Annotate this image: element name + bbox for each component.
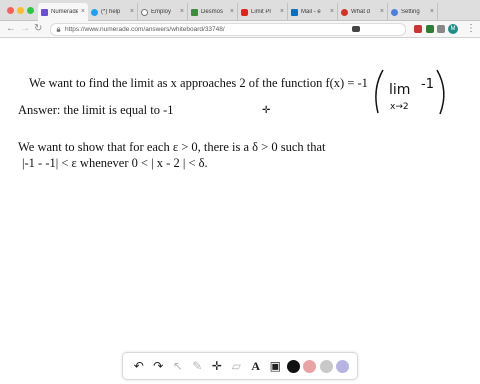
close-tab-icon[interactable]: × [180,8,184,15]
whiteboard-canvas[interactable]: We want to find the limit as x approache… [0,39,480,384]
reload-icon[interactable]: ↻ [34,23,42,35]
twitter-favicon-icon [91,8,98,16]
close-tab-icon[interactable]: × [430,8,434,15]
handwritten-value: -1 [421,77,434,92]
tab-desmos[interactable]: Desmos × [188,3,238,21]
browser-tab-strip: Numerade × (*) help × Employ × Desmos × … [0,0,480,21]
tab-employ[interactable]: Employ × [138,3,188,21]
forward-arrow-icon[interactable]: → [20,23,30,35]
close-tab-icon[interactable]: × [230,8,234,15]
close-tab-icon[interactable]: × [130,8,134,15]
pen-icon[interactable]: ✎ [189,358,205,374]
undo-icon[interactable]: ↶ [131,358,147,374]
handwritten-subscript: x→2 [390,102,409,112]
handwritten-limit-annotation: lim x→2 -1 [375,69,445,115]
camera-extension-icon[interactable] [352,26,360,32]
close-tab-icon[interactable]: × [380,8,384,15]
whiteboard-line-inequality: |-1 - -1| < ε whenever 0 < | x - 2 | < δ… [22,156,208,170]
browser-toolbar: ← → ↻ https://www.numerade.com/answers/w… [0,21,480,38]
desmos-favicon-icon [191,8,198,16]
image-icon[interactable]: ▣ [267,358,283,374]
whiteboard-line-epsilon-delta: We want to show that for each ε > 0, the… [18,140,326,154]
move-cursor-icon: ✛ [262,105,271,116]
close-window-button[interactable] [7,7,14,14]
tab-label: Numerade [51,9,78,15]
text-icon[interactable]: A [248,358,264,374]
eraser-icon[interactable]: ▱ [228,358,244,374]
pointer-icon[interactable]: ↖ [170,358,186,374]
tab-what[interactable]: What d × [338,3,388,21]
numerade-favicon-icon [41,8,48,16]
tab-label: (*) help [101,9,121,15]
settings-gear-favicon-icon [391,8,398,16]
green-extension-icon[interactable] [426,25,434,33]
close-tab-icon[interactable]: × [330,8,334,15]
tab-label: Limit Pr [251,9,272,15]
tab-label: Mail - e [301,9,321,15]
profile-avatar[interactable]: M [448,24,458,34]
red-extension-icon[interactable] [414,25,422,33]
tab-youtube-limit[interactable]: Limit Pr × [238,3,288,21]
close-tab-icon[interactable]: × [81,8,85,15]
globe-favicon-icon [141,8,148,16]
color-swatch-pink[interactable] [303,359,317,373]
drawing-toolbar: ↶ ↷ ↖ ✎ ✛ ▱ A ▣ [122,352,358,380]
youtube-favicon-icon [241,8,248,16]
url-text: https://www.numerade.com/answers/whitebo… [65,26,225,33]
tab-label: Setting [401,9,420,15]
color-swatch-black[interactable] [286,359,300,373]
handwritten-left-paren [375,69,384,114]
back-arrow-icon[interactable]: ← [6,23,16,35]
close-tab-icon[interactable]: × [280,8,284,15]
color-swatch-lavender[interactable] [336,359,350,373]
move-icon[interactable]: ✛ [209,358,225,374]
color-swatch-gray[interactable] [319,359,333,373]
minimize-window-button[interactable] [17,7,24,14]
redo-icon[interactable]: ↷ [150,358,166,374]
handwritten-right-paren [436,69,445,115]
tab-settings[interactable]: Setting × [388,3,438,21]
handwritten-lim: lim [389,82,410,98]
outlook-favicon-icon [291,8,298,16]
gray-extension-icon[interactable] [437,25,445,33]
red-gear-favicon-icon [341,8,348,16]
tab-label: What d [351,9,371,15]
maximize-window-button[interactable] [27,7,34,14]
tab-label: Desmos [201,9,224,15]
tab-numerade[interactable]: Numerade × [38,3,88,21]
whiteboard-line-answer: Answer: the limit is equal to -1 [18,103,174,117]
menu-kebab-icon[interactable]: ⋮ [466,22,476,36]
tab-twitter-help[interactable]: (*) help × [88,3,138,21]
tab-mail[interactable]: Mail - e × [288,3,338,21]
lock-icon [56,27,61,32]
tab-list: Numerade × (*) help × Employ × Desmos × … [38,3,438,21]
tab-label: Employ [151,9,172,15]
